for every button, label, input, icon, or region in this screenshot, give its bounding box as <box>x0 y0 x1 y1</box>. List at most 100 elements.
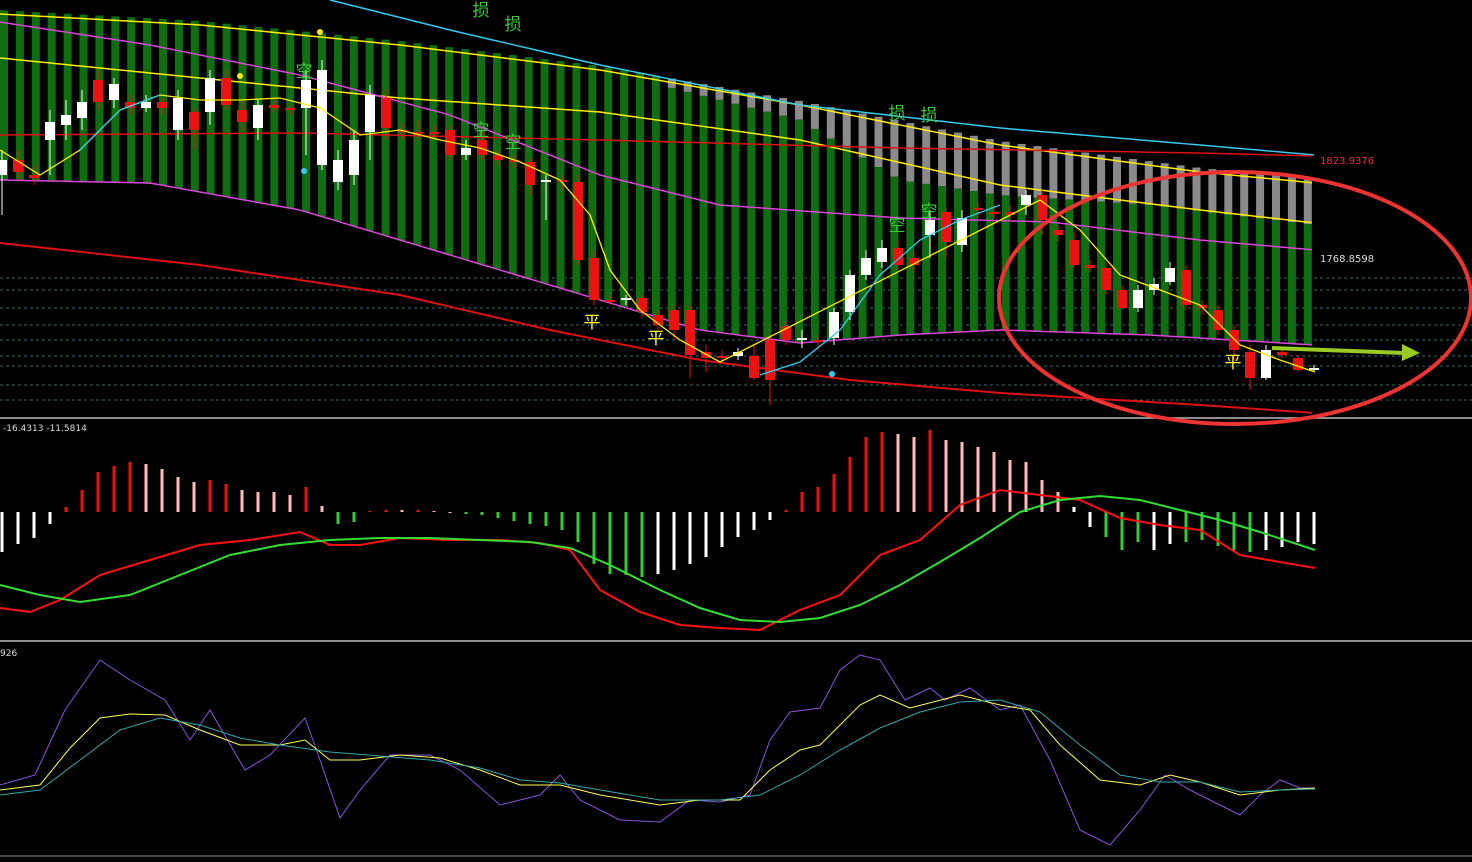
macd-histogram-bar <box>1232 512 1236 550</box>
candle-body <box>189 112 199 130</box>
macd-histogram-bar <box>192 482 196 512</box>
candle-body <box>269 105 279 108</box>
signal-label: 损 <box>473 1 490 21</box>
candle-body <box>349 140 359 175</box>
candle-body <box>685 310 695 355</box>
macd-histogram-bar <box>336 512 340 524</box>
oscillator-header: 926 <box>0 649 17 659</box>
macd-histogram-bar <box>112 466 116 512</box>
candle-body <box>333 160 343 182</box>
ribbon-bar <box>699 95 708 331</box>
macd-histogram-bar <box>976 447 980 512</box>
signal-label: 平 <box>1225 353 1242 373</box>
macd-histogram-bar <box>48 512 52 524</box>
candle-body <box>797 338 807 340</box>
signal-dot <box>301 168 307 174</box>
signal-label: 空 <box>296 62 313 82</box>
macd-histogram-bar <box>1024 462 1028 512</box>
candle-body <box>0 160 7 175</box>
macd-histogram-bar <box>736 512 740 537</box>
candle-body <box>253 105 263 128</box>
macd-histogram-bar <box>16 512 20 544</box>
macd-histogram-bar <box>1088 512 1092 527</box>
candle-body <box>1133 290 1143 308</box>
candle-body <box>813 340 823 342</box>
candle-body <box>589 258 599 300</box>
signal-label: 空 <box>505 133 522 153</box>
candle-body <box>1053 230 1063 235</box>
macd-histogram-bar <box>912 437 916 512</box>
candle-body <box>1165 268 1175 282</box>
candle-body <box>861 258 871 275</box>
ribbon-bar <box>1208 169 1217 213</box>
candle-body <box>1309 368 1319 370</box>
macd-histogram-bar <box>432 511 436 512</box>
macd-histogram-bar <box>1168 512 1172 544</box>
macd-histogram-bar <box>768 512 772 520</box>
candle-body <box>157 102 167 108</box>
ribbon-bar <box>397 41 406 241</box>
ribbon-bar <box>906 123 915 182</box>
macd-histogram-bar <box>656 512 660 574</box>
macd-histogram-bar <box>448 512 452 513</box>
macd-histogram-bar <box>416 510 420 512</box>
candle-body <box>173 98 183 130</box>
ribbon-bar <box>1224 214 1233 340</box>
ribbon-bar <box>1017 196 1026 331</box>
macd-histogram-bar <box>128 462 132 512</box>
macd-histogram-bar <box>240 490 244 512</box>
ribbon-bar <box>47 12 56 182</box>
macd-histogram-bar <box>352 512 356 522</box>
ribbon-bar <box>1240 216 1249 341</box>
macd-histogram-bar <box>480 512 484 515</box>
candle-body <box>1037 195 1047 220</box>
macd-histogram-bar <box>32 512 36 538</box>
macd-histogram-bar <box>672 512 676 570</box>
macd-histogram-bar <box>272 492 276 512</box>
macd-histogram-bar <box>1008 460 1012 512</box>
ribbon-bar <box>651 75 660 317</box>
ribbon-bar <box>1287 176 1296 223</box>
signal-label: 损 <box>505 15 522 35</box>
ribbon-bar <box>333 34 342 222</box>
macd-histogram-bar <box>1104 512 1108 537</box>
ribbon-bar <box>985 138 994 194</box>
macd-histogram-bar <box>1056 492 1060 512</box>
price-label-upper: 1823.9376 <box>1320 156 1374 167</box>
candle-body <box>45 122 55 140</box>
ribbon-bar <box>731 103 740 335</box>
ribbon-bar <box>1272 220 1280 343</box>
macd-header: -16.4313 -11.5814 <box>3 424 87 434</box>
macd-histogram-bar <box>576 512 580 542</box>
macd-histogram-bar <box>1312 512 1316 544</box>
candle-body <box>1245 352 1255 378</box>
ribbon-bar <box>1256 173 1265 219</box>
ribbon-bar <box>1081 152 1090 201</box>
macd-histogram-bar <box>752 512 756 530</box>
macd-histogram-bar <box>256 492 260 512</box>
signal-label: 平 <box>584 313 601 333</box>
candle-body <box>317 70 327 165</box>
candle-body <box>77 102 87 118</box>
macd-histogram-bar <box>960 442 964 512</box>
ribbon-bar <box>969 135 978 192</box>
macd-histogram-bar <box>592 512 596 564</box>
osc-slow-line <box>0 699 1316 801</box>
macd-histogram-bar <box>464 512 468 514</box>
macd-histogram-bar <box>944 440 948 512</box>
ribbon-bar <box>1303 224 1312 345</box>
macd-histogram-bar <box>288 495 292 512</box>
macd-histogram-bar <box>0 512 4 552</box>
candle-body <box>205 78 215 112</box>
ribbon-bar <box>1176 165 1185 209</box>
candle-body <box>621 298 631 300</box>
macd-panel <box>0 430 1316 632</box>
macd-histogram-bar <box>784 510 788 512</box>
ribbon-bar <box>683 91 692 327</box>
macd-histogram-bar <box>624 512 628 575</box>
ribbon-bar <box>508 55 517 274</box>
ribbon-bar <box>31 11 40 181</box>
signal-label: 损 <box>889 104 906 124</box>
macd-histogram-bar <box>848 457 852 512</box>
signal-label: 空 <box>889 216 906 236</box>
